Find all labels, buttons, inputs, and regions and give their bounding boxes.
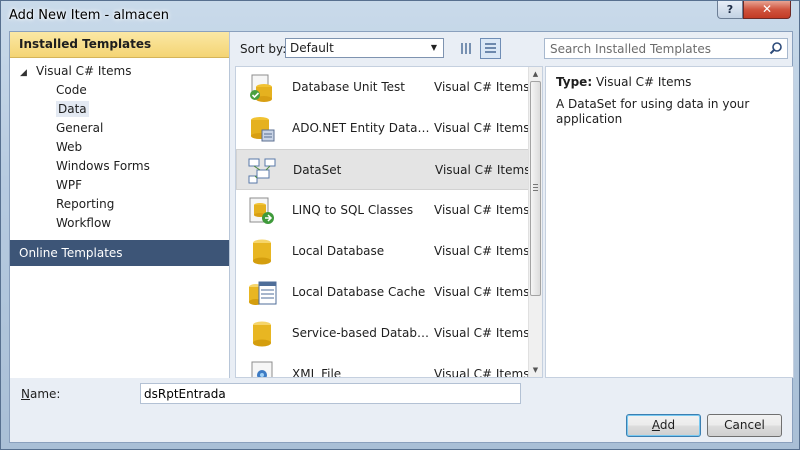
name-field[interactable] [140, 383, 521, 404]
type-label: Type: [556, 75, 593, 89]
type-value: Visual C# Items [595, 75, 692, 89]
template-details-pane: Type: Visual C# Items A DataSet for usin… [545, 66, 794, 378]
template-type-row: Type: Visual C# Items [556, 75, 783, 89]
scroll-down-icon[interactable]: ▼ [529, 363, 542, 377]
template-categories-pane: Installed Templates ◢ Visual C# Items Cod… [10, 32, 230, 378]
list-item-linq-to-sql-classes[interactable]: LINQ to SQL Classes Visual C# Items [236, 190, 529, 231]
list-item-dataset[interactable]: DataSet Visual C# Items [236, 149, 531, 190]
name-label: Name: [21, 387, 60, 401]
template-name: Database Unit Test [292, 80, 405, 94]
list-item-service-based-database[interactable]: Service-based Database Visual C# Items [236, 313, 529, 354]
tree-item-wpf[interactable]: WPF [10, 176, 229, 195]
local-database-icon [253, 239, 271, 265]
templates-toolbar: Sort by: Default ▼ [231, 32, 794, 66]
template-category: Visual C# Items [434, 326, 530, 340]
tree-item-general[interactable]: General [10, 119, 229, 138]
tree-item-visual-csharp[interactable]: ◢ Visual C# Items [10, 62, 229, 81]
sort-by-value: Default [290, 41, 334, 55]
list-item-local-database[interactable]: Local Database Visual C# Items [236, 231, 529, 272]
add-new-item-dialog: Add New Item - almacen ? ✕ Installed Tem… [0, 0, 800, 450]
tree-item-label: Windows Forms [56, 159, 150, 173]
template-category: Visual C# Items [434, 285, 530, 299]
tree-item-windows-forms[interactable]: Windows Forms [10, 157, 229, 176]
template-category: Visual C# Items [434, 244, 530, 258]
local-database-cache-icon [249, 281, 277, 305]
list-view-icon [485, 43, 496, 54]
template-name: LINQ to SQL Classes [292, 203, 414, 217]
sort-by-label: Sort by: [240, 42, 287, 56]
template-category: Visual C# Items [434, 121, 530, 135]
list-item-ado-net-entity-data-model[interactable]: ADO.NET Entity Data Mo... Visual C# Item… [236, 108, 529, 149]
tree-item-label: Code [56, 83, 87, 97]
search-icon[interactable] [769, 41, 783, 55]
template-name: DataSet [293, 163, 342, 177]
scroll-up-icon[interactable]: ▲ [529, 67, 542, 81]
template-category: Visual C# Items [434, 367, 530, 378]
tree-item-label: Web [56, 140, 83, 154]
tree-item-label: General [56, 121, 104, 135]
database-unit-test-icon [250, 74, 272, 102]
tree-item-label: WPF [56, 178, 83, 192]
cancel-button[interactable]: Cancel [707, 414, 782, 437]
linq-to-sql-icon [249, 197, 274, 224]
tree-item-data[interactable]: Data [10, 100, 229, 119]
tree-item-code[interactable]: Code [10, 81, 229, 100]
name-label-text: ame: [29, 387, 61, 401]
grid-view-icon [461, 43, 472, 54]
search-box[interactable] [544, 38, 788, 59]
tree-item-label: Reporting [56, 197, 115, 211]
chevron-down-icon[interactable]: ▼ [427, 40, 441, 56]
template-name: ADO.NET Entity Data Mo... [292, 121, 432, 135]
template-name: Local Database Cache [292, 285, 426, 299]
scrollbar-thumb[interactable] [530, 81, 541, 296]
list-item-local-database-cache[interactable]: Local Database Cache Visual C# Items [236, 272, 529, 313]
template-category: Visual C# Items [435, 163, 531, 177]
xml-file-icon [251, 361, 273, 377]
add-button[interactable]: Add [626, 414, 701, 437]
template-name: Local Database [292, 244, 385, 258]
expand-arrow-icon[interactable]: ◢ [20, 64, 36, 83]
service-based-database-icon [253, 321, 271, 347]
dataset-icon [248, 158, 276, 184]
add-label-text: dd [659, 418, 676, 432]
template-category: Visual C# Items [434, 80, 530, 94]
window-title: Add New Item - almacen [9, 8, 169, 23]
help-button[interactable]: ? [717, 1, 743, 19]
tree-item-workflow[interactable]: Workflow [10, 214, 229, 233]
dialog-body: Installed Templates ◢ Visual C# Items Cod… [9, 31, 794, 443]
template-name: XML File [292, 367, 342, 378]
tree-item-label: Data [56, 101, 89, 117]
title-bar: Add New Item - almacen ? ✕ [1, 1, 800, 31]
category-tree: ◢ Visual C# Items Code Data General Web W… [10, 58, 229, 233]
entity-data-model-icon [251, 117, 275, 142]
list-item-xml-file[interactable]: XML File Visual C# Items [236, 354, 530, 378]
templates-list: Database Unit Test Visual C# Items ADO.N… [235, 66, 543, 378]
sort-by-dropdown[interactable]: Default ▼ [285, 38, 444, 58]
template-category: Visual C# Items [434, 203, 530, 217]
tree-item-web[interactable]: Web [10, 138, 229, 157]
online-templates-header[interactable]: Online Templates [10, 240, 229, 266]
search-input[interactable] [545, 39, 763, 58]
list-item-database-unit-test[interactable]: Database Unit Test Visual C# Items [236, 67, 529, 108]
templates-scrollbar[interactable]: ▲ ▼ [528, 67, 542, 377]
template-description: A DataSet for using data in your applica… [556, 97, 750, 126]
tree-item-reporting[interactable]: Reporting [10, 195, 229, 214]
name-row: Name: [10, 378, 792, 408]
name-label-accelerator: N [21, 387, 30, 401]
grip-icon [533, 184, 538, 191]
details-view-button[interactable] [480, 38, 501, 59]
add-accelerator: A [651, 418, 660, 432]
installed-templates-header[interactable]: Installed Templates [10, 32, 229, 58]
template-name: Service-based Database [292, 326, 432, 340]
close-button[interactable]: ✕ [743, 1, 791, 19]
tree-root-label: Visual C# Items [36, 64, 132, 78]
tree-item-label: Workflow [56, 216, 112, 230]
medium-icons-view-button[interactable] [456, 38, 477, 59]
